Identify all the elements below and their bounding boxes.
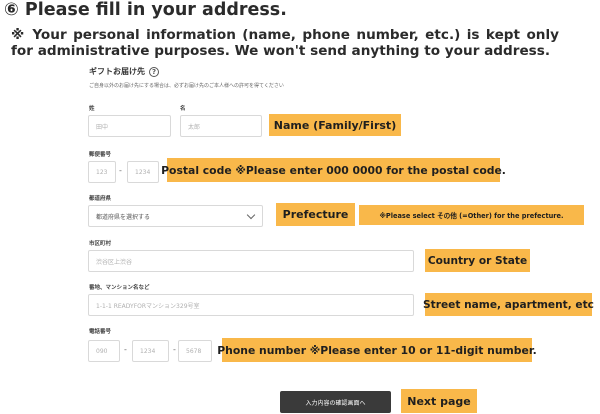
- help-icon[interactable]: ?: [149, 66, 159, 77]
- callout-postal: Postal code ※Please enter 000 0000 for t…: [161, 158, 506, 182]
- callout-prefecture: Prefecture: [276, 203, 355, 226]
- prefecture-select[interactable]: 都道府県を選択する: [88, 205, 263, 227]
- phone-part3-input[interactable]: 5678: [178, 340, 212, 362]
- form-description: ご自身以外のお届け先にする場合は、必ずお届け先のご本人様への許可を得てください: [89, 83, 284, 89]
- callout-next-page: Next page: [401, 389, 477, 413]
- privacy-notice: ※ Your personal information (name, phone…: [11, 27, 559, 59]
- phone-part1-input[interactable]: 090: [88, 340, 120, 362]
- postal-separator: -: [119, 166, 122, 175]
- callout-prefecture-note: ※Please select その他 (=Other) for the pref…: [359, 205, 584, 225]
- city-input[interactable]: 渋谷区上渋谷: [88, 250, 414, 272]
- callout-phone: Phone number ※Please enter 10 or 11-digi…: [217, 338, 537, 362]
- callout-street: Street name, apartment, etc: [423, 293, 594, 316]
- callout-name: Name (Family/First): [269, 114, 401, 136]
- phone-label: 電話番号: [89, 329, 112, 335]
- first-name-label: 名: [180, 106, 186, 112]
- phone-separator-2: -: [173, 345, 176, 354]
- street-input[interactable]: 1-1-1 READYFORマンション329号室: [88, 294, 414, 316]
- callout-city: Country or State: [425, 249, 530, 272]
- first-name-input[interactable]: 太郎: [180, 115, 262, 137]
- postal-code-part1-input[interactable]: 123: [88, 161, 116, 183]
- prefecture-label: 都道府県: [89, 196, 112, 202]
- postal-code-part2-input[interactable]: 1234: [127, 161, 159, 183]
- postal-label: 郵便番号: [89, 152, 112, 158]
- phone-part2-input[interactable]: 1234: [132, 340, 169, 362]
- step-title: ⑥ Please fill in your address.: [4, 0, 287, 20]
- last-name-label: 姓: [89, 106, 95, 112]
- last-name-input[interactable]: 田中: [88, 115, 171, 137]
- chevron-down-icon: [246, 210, 256, 219]
- prefecture-selected-value: 都道府県を選択する: [96, 213, 151, 221]
- city-label: 市区町村: [89, 241, 112, 247]
- street-label: 番地、マンション名など: [89, 285, 150, 291]
- phone-separator-1: -: [124, 345, 127, 354]
- confirm-button[interactable]: 入力内容の確認画面へ: [280, 391, 391, 413]
- form-heading: ギフトお届け先 ?: [89, 66, 159, 77]
- form-heading-label: ギフトお届け先: [89, 67, 145, 76]
